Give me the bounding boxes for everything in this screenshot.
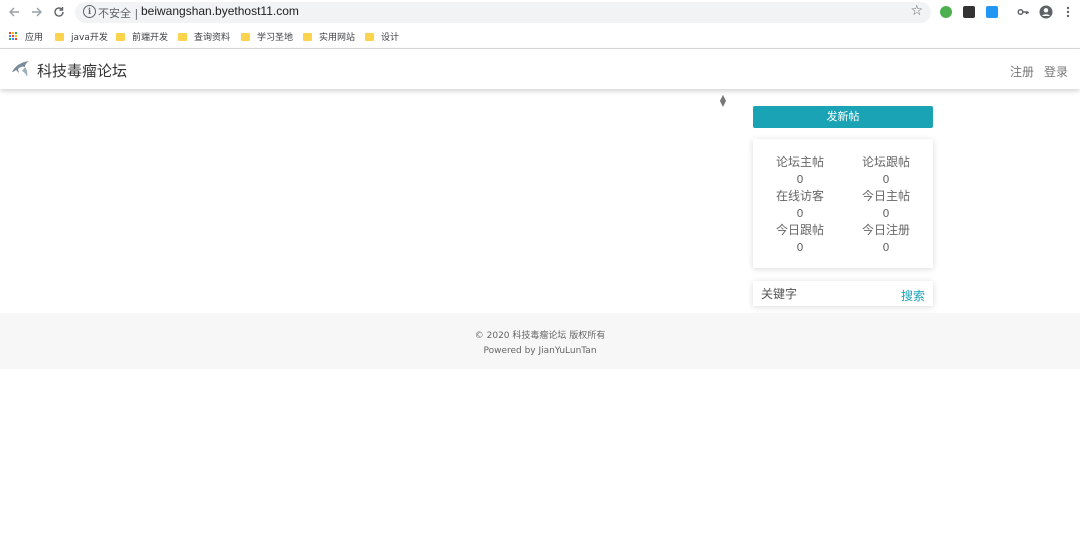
bookmark-frontend[interactable]: 前端开发 bbox=[116, 30, 168, 43]
url-text[interactable]: beiwangshan.byethost11.com bbox=[141, 4, 299, 18]
stat-forum-replies: 论坛跟帖 0 bbox=[846, 154, 926, 188]
bookmark-useful-sites[interactable]: 实用网站 bbox=[303, 30, 355, 43]
bookmark-label: 查询资料 bbox=[194, 33, 231, 43]
login-link[interactable]: 登录 bbox=[1044, 63, 1068, 80]
stat-label: 今日主帖 bbox=[861, 189, 910, 203]
bookmark-label: 设计 bbox=[381, 33, 400, 43]
stat-label: 论坛主帖 bbox=[775, 155, 824, 169]
profile-avatar-icon[interactable] bbox=[1038, 4, 1054, 20]
extension-icon[interactable] bbox=[986, 6, 998, 18]
forward-icon[interactable] bbox=[29, 4, 45, 20]
stat-value: 0 bbox=[882, 173, 890, 186]
stat-today-replies: 今日跟帖 0 bbox=[760, 222, 840, 256]
search-input[interactable] bbox=[761, 281, 891, 306]
stat-value: 0 bbox=[796, 207, 804, 220]
back-icon[interactable] bbox=[6, 4, 22, 20]
stat-value: 0 bbox=[796, 173, 804, 186]
stat-today-registrations: 今日注册 0 bbox=[846, 222, 926, 256]
search-box: 搜索 bbox=[753, 281, 933, 306]
footer-copyright: © 2020 科技毒瘤论坛 版权所有 bbox=[474, 331, 606, 341]
bookmark-star-icon[interactable]: ☆ bbox=[910, 3, 923, 19]
browser-toolbar: i 不安全 | beiwangshan.byethost11.com ☆ bbox=[0, 0, 1080, 25]
bookmark-label: 前端开发 bbox=[132, 33, 169, 43]
folder-icon bbox=[116, 32, 125, 41]
folder-icon bbox=[241, 32, 250, 41]
stat-forum-threads: 论坛主帖 0 bbox=[760, 154, 840, 188]
extension-icon[interactable] bbox=[940, 6, 952, 18]
apps-grid-icon bbox=[9, 32, 18, 41]
forum-stats-panel: 论坛主帖 0 论坛跟帖 0 在线访客 0 今日主帖 0 今日跟帖 0 今日注册 … bbox=[753, 139, 933, 268]
footer-powered-by: Powered by JianYuLunTan bbox=[483, 346, 597, 356]
stat-label: 今日注册 bbox=[861, 223, 910, 237]
bookmark-label: 应用 bbox=[25, 33, 44, 43]
dolphin-logo-icon[interactable] bbox=[10, 58, 32, 80]
key-icon[interactable] bbox=[1015, 4, 1031, 20]
stat-value: 0 bbox=[882, 207, 890, 220]
stat-today-threads: 今日主帖 0 bbox=[846, 188, 926, 222]
bookmark-apps[interactable]: 应用 bbox=[9, 30, 43, 43]
extension-icon[interactable] bbox=[963, 6, 975, 18]
new-post-button[interactable]: 发新帖 bbox=[753, 106, 933, 128]
bookmark-label: 学习圣地 bbox=[257, 33, 294, 43]
menu-dots-icon[interactable] bbox=[1060, 4, 1076, 20]
bookmark-study[interactable]: 学习圣地 bbox=[241, 30, 293, 43]
stat-online-visitors: 在线访客 0 bbox=[760, 188, 840, 222]
register-link[interactable]: 注册 bbox=[1010, 63, 1034, 80]
bookmarks-bar: 应用 java开发 前端开发 查询资料 学习圣地 实用网站 设计 bbox=[0, 25, 1080, 49]
bookmark-label: java开发 bbox=[71, 33, 108, 43]
address-bar[interactable]: i 不安全 | beiwangshan.byethost11.com ☆ bbox=[75, 2, 931, 23]
bookmark-lookup[interactable]: 查询资料 bbox=[178, 30, 230, 43]
folder-icon bbox=[365, 32, 374, 41]
site-navbar: 科技毒瘤论坛 注册 登录 bbox=[0, 49, 1080, 89]
reload-icon[interactable] bbox=[51, 4, 67, 20]
info-icon[interactable]: i bbox=[83, 5, 96, 18]
stat-label: 论坛跟帖 bbox=[861, 155, 910, 169]
site-brand[interactable]: 科技毒瘤论坛 bbox=[37, 60, 127, 81]
search-button[interactable]: 搜索 bbox=[901, 287, 925, 304]
folder-icon bbox=[178, 32, 187, 41]
stat-value: 0 bbox=[796, 241, 804, 254]
bookmark-label: 实用网站 bbox=[319, 33, 356, 43]
page-footer: © 2020 科技毒瘤论坛 版权所有 Powered by JianYuLunT… bbox=[0, 313, 1080, 369]
stat-value: 0 bbox=[882, 241, 890, 254]
bookmark-design[interactable]: 设计 bbox=[365, 30, 399, 43]
stat-label: 在线访客 bbox=[775, 189, 824, 203]
security-label: 不安全 | bbox=[98, 7, 139, 20]
folder-icon bbox=[55, 32, 64, 41]
bookmark-java[interactable]: java开发 bbox=[55, 30, 108, 43]
folder-icon bbox=[303, 32, 312, 41]
sort-toggle-icon[interactable]: ▲ ▼ bbox=[717, 94, 729, 108]
stat-label: 今日跟帖 bbox=[775, 223, 824, 237]
